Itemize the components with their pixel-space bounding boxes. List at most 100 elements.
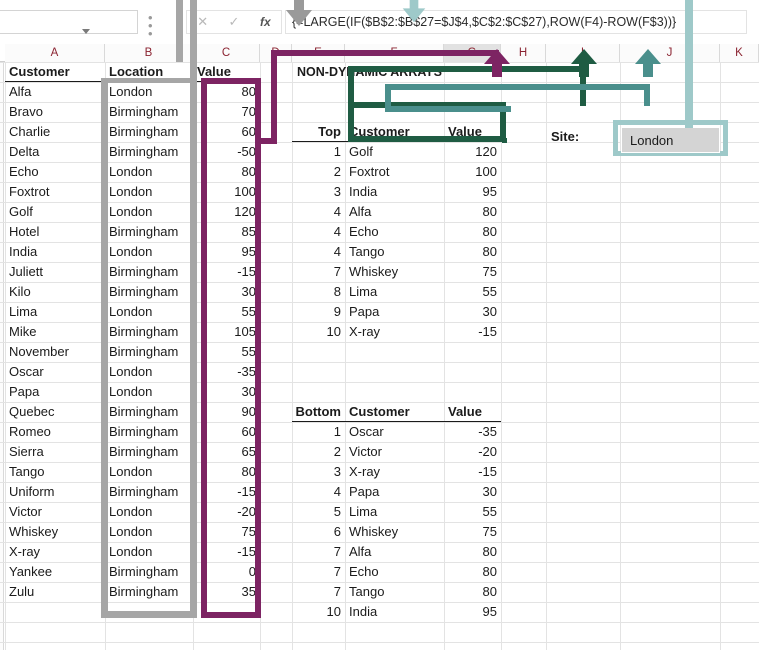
source-cell-customer[interactable]: Charlie (5, 122, 105, 142)
bottom-cell-value[interactable]: 80 (444, 562, 501, 582)
fx-icon[interactable]: fx (250, 15, 281, 29)
selection-fill-handle[interactable] (502, 138, 507, 143)
bottom-cell-rank[interactable]: 10 (292, 602, 345, 622)
bottom-cell-value[interactable]: -20 (444, 442, 501, 462)
vertical-dots-icon[interactable]: • • • (148, 11, 153, 40)
bottom-cell-rank[interactable]: 3 (292, 462, 345, 482)
bottom-header-customer[interactable]: Customer (345, 402, 444, 422)
column-header-a[interactable]: A (5, 44, 105, 62)
column-header-k[interactable]: K (720, 44, 759, 62)
bottom-cell-rank[interactable]: 7 (292, 542, 345, 562)
source-cell-location[interactable]: Birmingham (105, 442, 193, 462)
top-cell-rank[interactable]: 10 (292, 322, 345, 342)
source-cell-location[interactable]: Birmingham (105, 422, 193, 442)
source-cell-customer[interactable]: Romeo (5, 422, 105, 442)
source-cell-location[interactable]: London (105, 302, 193, 322)
source-cell-customer[interactable]: Delta (5, 142, 105, 162)
top-cell-rank[interactable]: 7 (292, 262, 345, 282)
source-cell-customer[interactable]: Foxtrot (5, 182, 105, 202)
column-header-c[interactable]: C (193, 44, 260, 62)
source-cell-location[interactable]: Birmingham (105, 562, 193, 582)
bottom-cell-customer[interactable]: Echo (345, 562, 444, 582)
top-cell-value[interactable]: 80 (444, 222, 501, 242)
source-cell-customer[interactable]: Yankee (5, 562, 105, 582)
source-cell-location[interactable]: London (105, 522, 193, 542)
source-cell-customer[interactable]: Mike (5, 322, 105, 342)
top-cell-value[interactable]: 30 (444, 302, 501, 322)
source-cell-location[interactable]: Birmingham (105, 282, 193, 302)
source-cell-location[interactable]: Birmingham (105, 342, 193, 362)
source-cell-customer[interactable]: Sierra (5, 442, 105, 462)
source-cell-customer[interactable]: Zulu (5, 582, 105, 602)
source-cell-customer[interactable]: Papa (5, 382, 105, 402)
source-cell-customer[interactable]: Alfa (5, 82, 105, 102)
top-cell-value[interactable]: 75 (444, 262, 501, 282)
source-cell-customer[interactable]: Uniform (5, 482, 105, 502)
bottom-cell-customer[interactable]: Whiskey (345, 522, 444, 542)
site-value-cell[interactable]: London (621, 127, 720, 153)
source-cell-location[interactable]: London (105, 182, 193, 202)
top-cell-customer[interactable]: Echo (345, 222, 444, 242)
top-cell-rank[interactable]: 4 (292, 222, 345, 242)
top-cell-customer[interactable]: Golf (345, 142, 444, 162)
bottom-header-rank[interactable]: Bottom (292, 402, 345, 422)
bottom-cell-rank[interactable]: 1 (292, 422, 345, 442)
source-cell-location[interactable]: London (105, 242, 193, 262)
source-cell-customer[interactable]: India (5, 242, 105, 262)
top-cell-rank[interactable]: 8 (292, 282, 345, 302)
bottom-cell-customer[interactable]: Oscar (345, 422, 444, 442)
bottom-cell-rank[interactable]: 6 (292, 522, 345, 542)
source-cell-customer[interactable]: Lima (5, 302, 105, 322)
top-cell-customer[interactable]: Lima (345, 282, 444, 302)
source-cell-location[interactable]: Birmingham (105, 482, 193, 502)
bottom-cell-customer[interactable]: Lima (345, 502, 444, 522)
top-cell-value[interactable]: 55 (444, 282, 501, 302)
bottom-cell-value[interactable]: -15 (444, 462, 501, 482)
source-cell-customer[interactable]: Kilo (5, 282, 105, 302)
top-cell-value[interactable]: 80 (444, 202, 501, 222)
top-cell-customer[interactable]: Papa (345, 302, 444, 322)
source-cell-location[interactable]: London (105, 382, 193, 402)
source-cell-location[interactable]: Birmingham (105, 582, 193, 602)
source-cell-customer[interactable]: Whiskey (5, 522, 105, 542)
source-cell-customer[interactable]: Victor (5, 502, 105, 522)
source-cell-location[interactable]: Birmingham (105, 122, 193, 142)
source-cell-location[interactable]: London (105, 202, 193, 222)
source-cell-customer[interactable]: Juliett (5, 262, 105, 282)
bottom-cell-rank[interactable]: 5 (292, 502, 345, 522)
source-cell-location[interactable]: London (105, 362, 193, 382)
bottom-cell-value[interactable]: -35 (444, 422, 501, 442)
top-header-rank[interactable]: Top (292, 122, 345, 142)
bottom-cell-customer[interactable]: Victor (345, 442, 444, 462)
source-cell-location[interactable]: London (105, 82, 193, 102)
pane-splitter-bar[interactable] (176, 0, 183, 62)
bottom-header-value[interactable]: Value (444, 402, 501, 422)
top-cell-customer[interactable]: Tango (345, 242, 444, 262)
top-cell-customer[interactable]: Whiskey (345, 262, 444, 282)
source-cell-customer[interactable]: Oscar (5, 362, 105, 382)
source-cell-location[interactable]: London (105, 502, 193, 522)
source-cell-location[interactable]: Birmingham (105, 322, 193, 342)
bottom-cell-customer[interactable]: X-ray (345, 462, 444, 482)
check-icon[interactable]: ✓ (218, 14, 249, 30)
bottom-cell-rank[interactable]: 7 (292, 582, 345, 602)
top-cell-value[interactable]: 95 (444, 182, 501, 202)
formula-input[interactable]: {=LARGE(IF($B$2:$B$27=$J$4,$C$2:$C$27),R… (285, 10, 747, 34)
bottom-cell-value[interactable]: 80 (444, 582, 501, 602)
bottom-cell-value[interactable]: 80 (444, 542, 501, 562)
name-box[interactable]: 4 (0, 10, 138, 34)
source-cell-customer[interactable]: Golf (5, 202, 105, 222)
bottom-cell-value[interactable]: 55 (444, 502, 501, 522)
bottom-cell-rank[interactable]: 7 (292, 562, 345, 582)
chevron-down-icon[interactable] (82, 29, 90, 34)
source-cell-customer[interactable]: November (5, 342, 105, 362)
top-cell-rank[interactable]: 4 (292, 202, 345, 222)
top-cell-rank[interactable]: 9 (292, 302, 345, 322)
top-cell-rank[interactable]: 4 (292, 242, 345, 262)
source-cell-location[interactable]: London (105, 162, 193, 182)
bottom-cell-value[interactable]: 95 (444, 602, 501, 622)
bottom-cell-rank[interactable]: 2 (292, 442, 345, 462)
top-cell-customer[interactable]: India (345, 182, 444, 202)
bottom-cell-value[interactable]: 30 (444, 482, 501, 502)
source-cell-location[interactable]: London (105, 542, 193, 562)
